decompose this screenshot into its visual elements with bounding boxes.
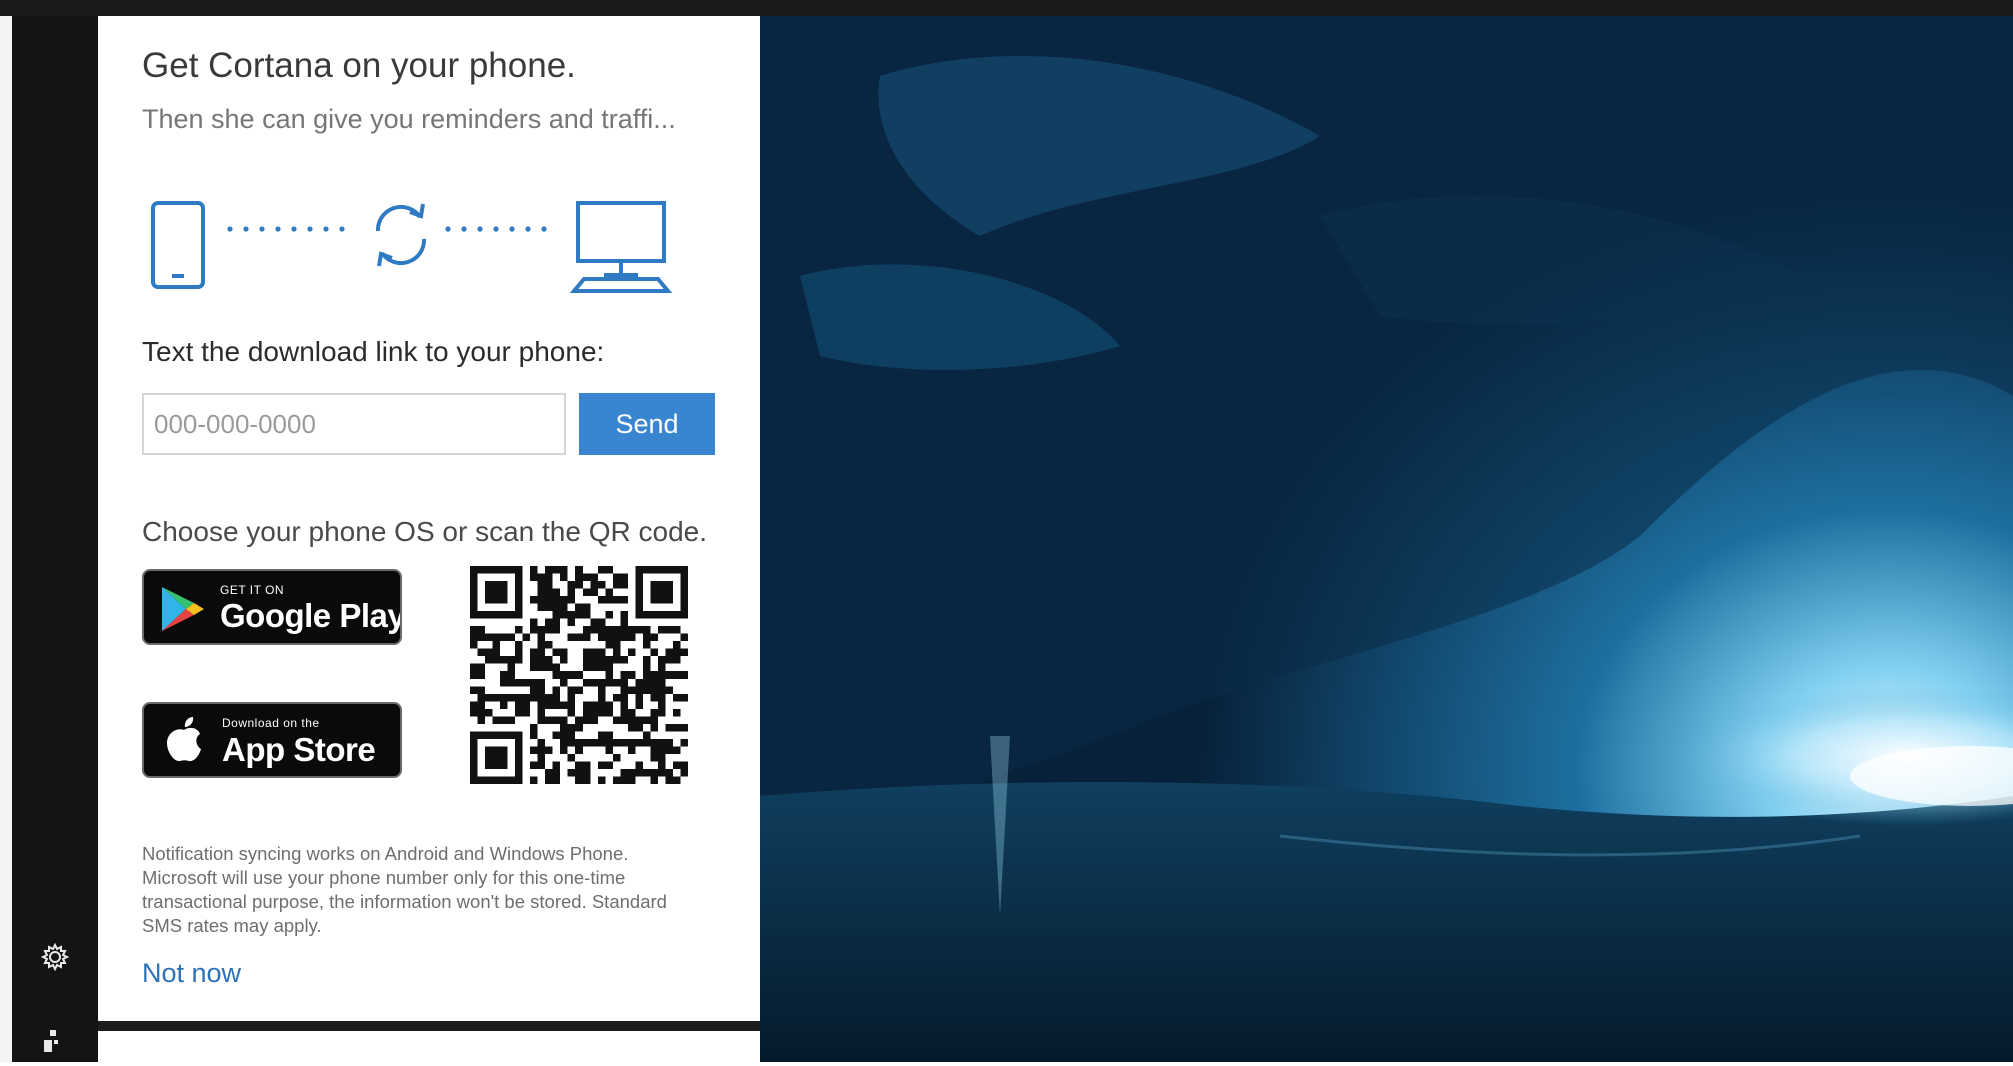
dotted-line-right — [445, 226, 547, 232]
window-edge — [0, 16, 12, 1062]
google-play-badge[interactable]: GET IT ON Google Play — [142, 569, 402, 645]
google-play-icon — [162, 587, 204, 631]
phone-number-input[interactable] — [142, 393, 566, 455]
not-now-link[interactable]: Not now — [142, 958, 241, 989]
page-subtitle: Then she can give you reminders and traf… — [142, 104, 676, 134]
badge-small-text: Download on the — [222, 716, 320, 730]
badge-small-text: GET IT ON — [220, 583, 285, 597]
panel-separator — [98, 1021, 760, 1031]
next-card — [98, 1031, 760, 1062]
disclaimer-text: Notification syncing works on Android an… — [142, 843, 667, 936]
send-button[interactable]: Send — [579, 393, 715, 455]
cortana-rail — [12, 16, 98, 1062]
badge-big-text: Google Play — [220, 597, 402, 634]
page-title: Get Cortana on your phone. — [142, 46, 576, 85]
ice-cave-background-image — [760, 16, 2013, 1062]
dotted-line-left — [227, 226, 345, 232]
app-store-badge[interactable]: Download on the App Store — [142, 702, 402, 778]
qr-code — [470, 566, 688, 784]
cortana-window: Get Cortana on your phone. Then she can … — [0, 0, 2013, 1062]
text-link-label: Text the download link to your phone: — [142, 336, 605, 367]
badge-big-text: App Store — [222, 731, 376, 768]
apple-icon — [167, 717, 201, 762]
feedback-icon — [44, 1030, 58, 1052]
sync-icon — [375, 203, 427, 267]
gear-icon — [40, 942, 70, 972]
choose-os-label: Choose your phone OS or scan the QR code… — [142, 516, 707, 547]
phone-icon — [151, 201, 205, 289]
feedback-button[interactable] — [30, 1016, 80, 1066]
top-border — [0, 0, 2013, 16]
get-cortana-panel: Get Cortana on your phone. Then she can … — [98, 16, 760, 1021]
pc-icon — [569, 201, 673, 293]
phone-pc-sync-illustration — [151, 201, 673, 293]
settings-button[interactable] — [30, 932, 80, 982]
